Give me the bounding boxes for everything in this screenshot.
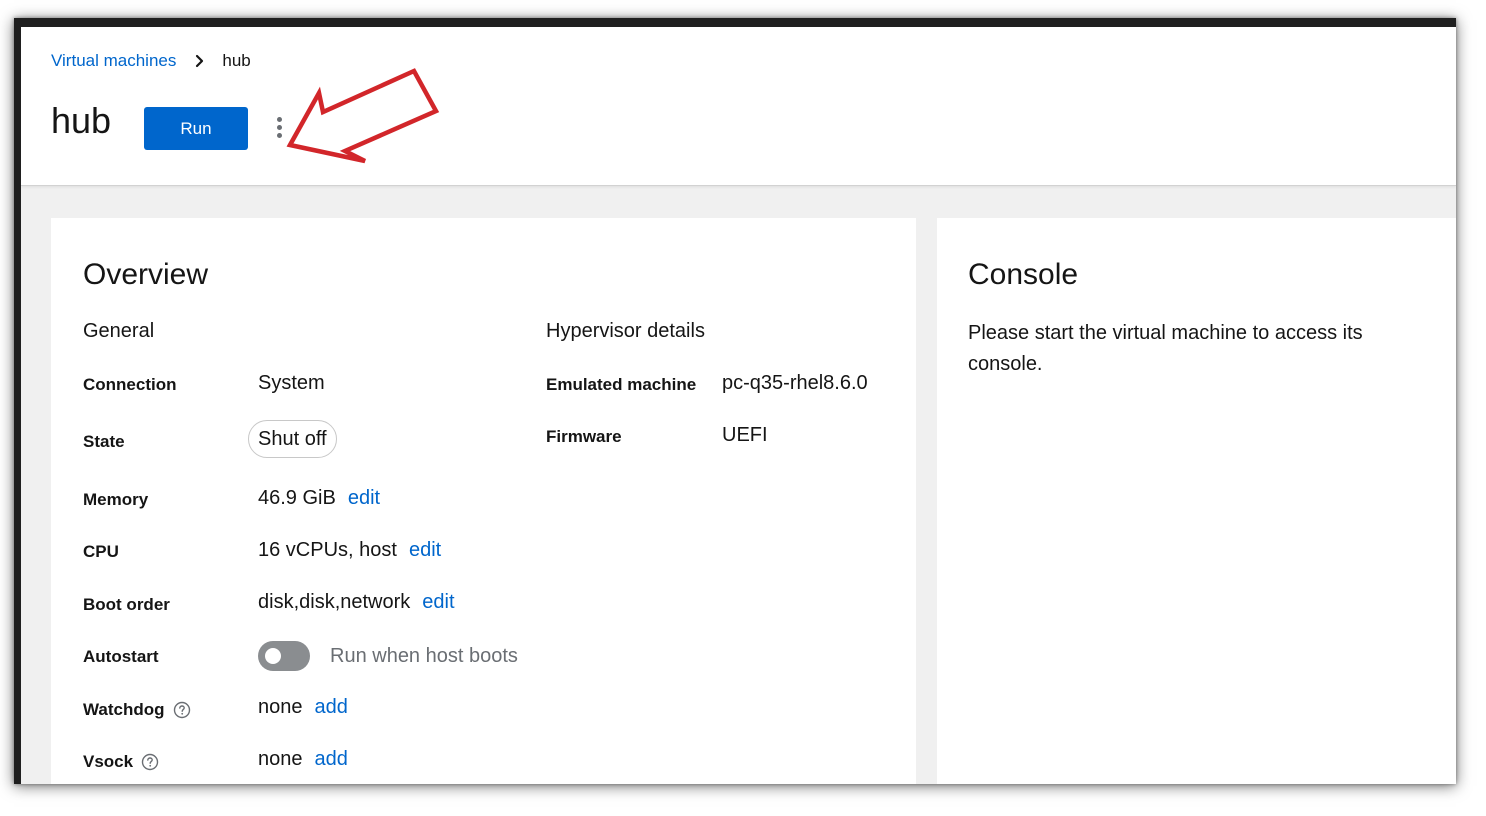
vsock-label-row: Vsock [83,752,159,772]
window-frame: Virtual machines hub hub Run Overview Ge… [14,18,1456,784]
watchdog-value: none [258,696,303,718]
state-label: State [83,432,125,451]
kebab-dot [277,125,282,130]
watchdog-label: Watchdog [83,700,165,719]
watchdog-label-row: Watchdog [83,700,191,720]
autostart-toggle[interactable] [258,641,310,671]
memory-label: Memory [83,490,149,509]
console-message: Please start the virtual machine to acce… [968,322,1363,375]
chevron-right-icon [196,54,204,68]
help-circle-icon[interactable] [173,701,191,719]
run-button[interactable]: Run [144,107,248,150]
autostart-row: Run when host boots [258,641,518,671]
firmware-value: UEFI [722,424,768,446]
emulated-machine-value: pc-q35-rhel8.6.0 [722,372,868,394]
connection-label: Connection [83,375,177,394]
cpu-value: 16 vCPUs, host [258,539,397,561]
autostart-toggle-label: Run when host boots [330,644,518,667]
status-badge: Shut off [248,420,337,458]
firmware-label: Firmware [546,427,622,446]
vsock-add-link[interactable]: add [315,748,348,771]
toggle-knob [265,648,281,664]
overview-title: Overview [83,258,209,291]
breadcrumb-virtual-machines-link[interactable]: Virtual machines [51,51,176,71]
boot-order-label: Boot order [83,595,170,614]
page-header: Virtual machines hub hub Run [21,27,1456,186]
emulated-machine-label: Emulated machine [546,375,697,394]
vsock-label: Vsock [83,752,134,771]
cpu-row: 16 vCPUs, host edit [258,539,441,562]
state-value-container: Shut off [248,420,337,458]
breadcrumb: Virtual machines hub [51,51,251,71]
watchdog-row: none add [258,696,348,719]
app-content: Virtual machines hub hub Run Overview Ge… [21,27,1456,784]
breadcrumb-current: hub [222,51,251,70]
cpu-label: CPU [83,542,119,561]
help-circle-icon[interactable] [141,753,159,771]
overview-card: Overview General Hypervisor details Conn… [51,218,916,784]
arrow-annotation-icon [286,68,440,164]
kebab-dot [277,117,282,122]
console-title: Console [968,258,1079,291]
vsock-value: none [258,748,303,770]
memory-edit-link[interactable]: edit [348,487,380,510]
general-heading: General [83,320,155,342]
vsock-row: none add [258,748,348,771]
boot-order-value: disk,disk,network [258,591,411,613]
hypervisor-heading: Hypervisor details [546,320,705,342]
kebab-dot [277,133,282,138]
connection-value: System [258,372,325,394]
memory-row: 46.9 GiB edit [258,487,380,510]
console-card: Console Please start the virtual machine… [937,218,1456,784]
boot-order-row: disk,disk,network edit [258,591,455,614]
memory-value: 46.9 GiB [258,487,336,509]
boot-order-edit-link[interactable]: edit [422,591,454,614]
autostart-label: Autostart [83,647,159,666]
page-title: hub [51,100,112,141]
watchdog-add-link[interactable]: add [315,696,348,719]
cpu-edit-link[interactable]: edit [409,539,441,562]
